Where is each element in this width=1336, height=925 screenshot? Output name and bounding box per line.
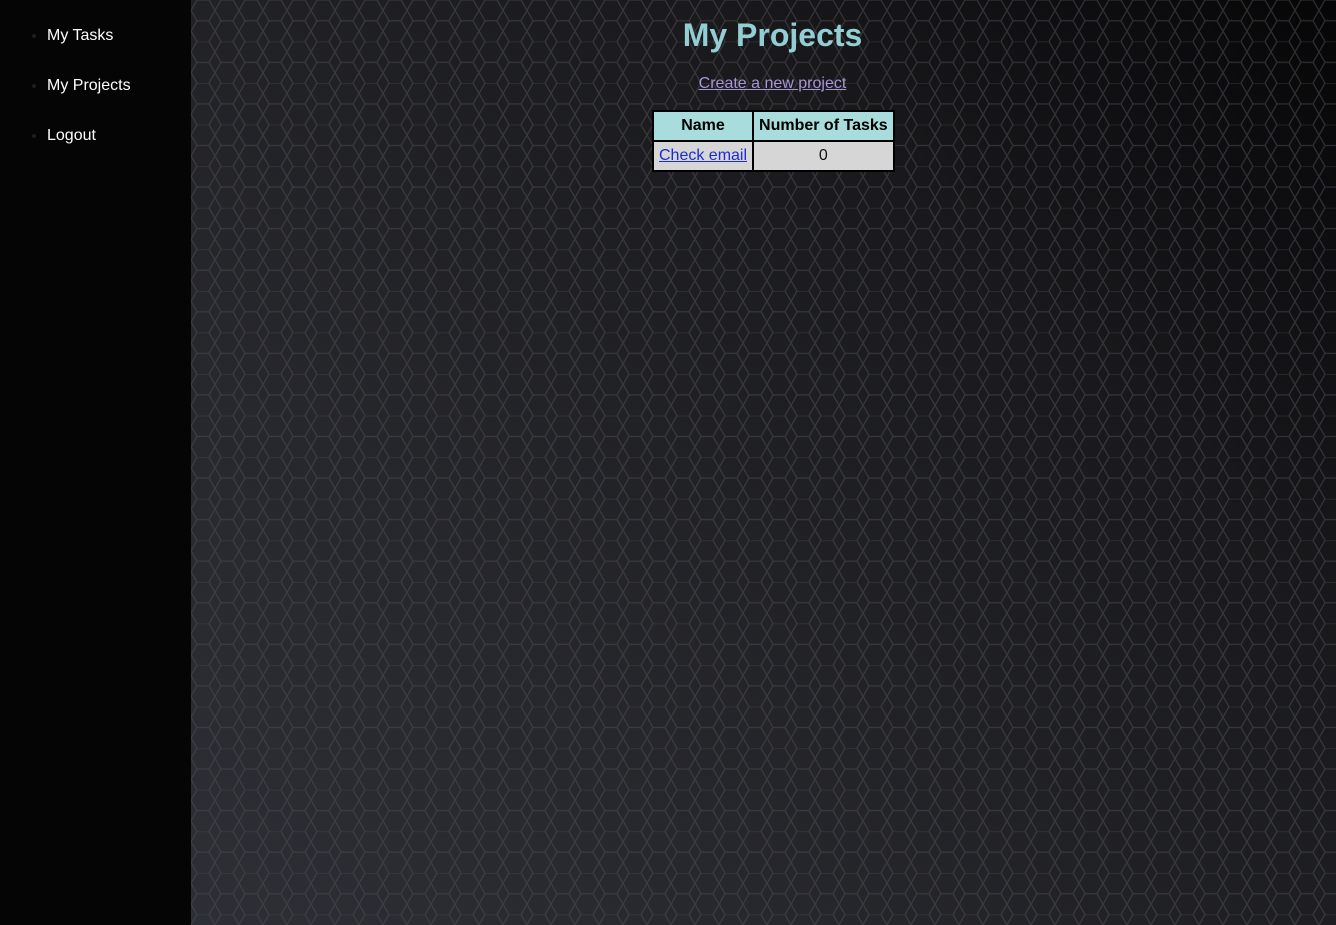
project-name-cell: Check email [653,141,754,171]
sidebar-link-logout[interactable]: Logout [47,127,96,144]
main-area: My Projects Create a new project Name Nu… [191,0,1336,925]
column-header-name: Name [653,111,754,141]
sidebar: My Tasks My Projects Logout [0,0,191,925]
table-header-row: Name Number of Tasks [653,111,894,141]
create-project-link[interactable]: Create a new project [699,75,847,92]
page-title: My Projects [682,17,863,53]
task-count-cell: 0 [753,141,894,171]
sidebar-item-my-projects: My Projects [47,74,131,124]
sidebar-link-my-projects[interactable]: My Projects [47,77,131,94]
projects-table: Name Number of Tasks Check email 0 [652,110,895,172]
sidebar-nav: My Tasks My Projects Logout [0,24,131,174]
sidebar-link-my-tasks[interactable]: My Tasks [47,27,113,44]
create-project-container: Create a new project [191,74,1336,94]
sidebar-item-logout: Logout [47,124,131,174]
column-header-number-of-tasks: Number of Tasks [753,111,894,141]
table-row: Check email 0 [653,141,894,171]
project-link[interactable]: Check email [659,147,747,164]
sidebar-item-my-tasks: My Tasks [47,24,131,74]
